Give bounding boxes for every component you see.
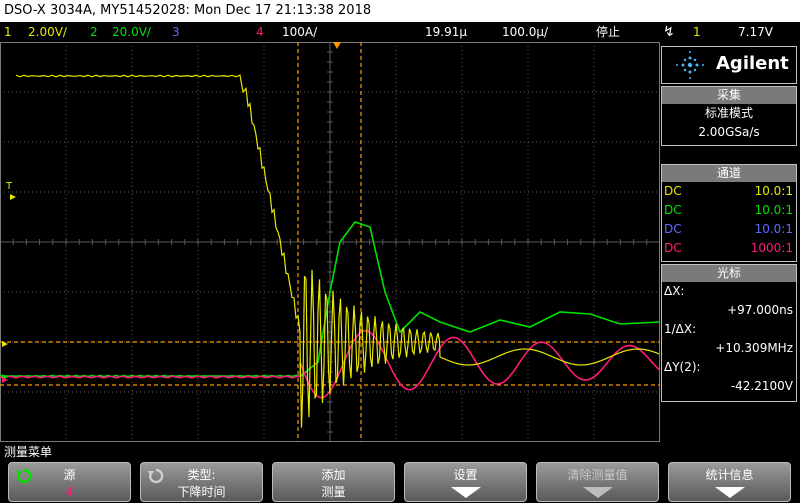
channels-panel: 通道 DC 10.0:1 DC 10.0:1 DC 10.0:1 DC 1000:1	[661, 164, 797, 262]
trigger-edge-icon: ↯	[663, 24, 675, 40]
add-measurement-softkey[interactable]: 添加 测量	[272, 462, 395, 502]
ch4-number[interactable]: 4	[256, 22, 264, 42]
ch1-number[interactable]: 1	[4, 22, 12, 42]
down-arrow-icon	[583, 487, 613, 498]
channels-header: 通道	[662, 165, 796, 182]
ch3-number[interactable]: 3	[172, 22, 180, 42]
ch2-number[interactable]: 2	[90, 22, 98, 42]
source-softkey[interactable]: 源 4	[8, 462, 131, 502]
down-arrow-icon	[451, 487, 481, 498]
trigger-source: 1	[693, 25, 701, 39]
ch2-scale: 20.0V/	[112, 25, 151, 39]
time-offset: 19.91µ	[425, 25, 467, 39]
status-bar: 1 2.00V/ 2 20.0V/ 3 4 100A/ 19.91µ 100.0…	[0, 22, 800, 42]
clear-measurements-softkey[interactable]: 清除测量值	[536, 462, 659, 502]
channel-row-4: DC 1000:1	[664, 241, 793, 255]
delta-y-label: ΔY(2):	[664, 360, 701, 374]
down-arrow-icon	[715, 487, 745, 498]
window-title: DSO-X 3034A, MY51452028: Mon Dec 17 21:1…	[0, 0, 800, 22]
brand-name: Agilent	[716, 53, 789, 74]
menu-title: 测量菜单	[0, 444, 800, 460]
trigger-level: 7.17V	[738, 25, 773, 39]
run-state: 停止	[596, 25, 621, 39]
ch4-scale: 100A/	[282, 25, 318, 39]
delta-x-label: ΔX:	[664, 284, 685, 298]
info-panel: Agilent 采集 标准模式 2.00GSa/s 通道 DC 10.0:1 DC…	[660, 44, 800, 442]
channel-row-3: DC 10.0:1	[664, 222, 793, 236]
acquisition-header: 采集	[662, 87, 796, 104]
delta-y-value: -42.2100V	[730, 379, 793, 393]
cursors-header: 光标	[662, 265, 796, 282]
inverse-delta-x-label: 1/ΔX:	[664, 322, 697, 336]
acquisition-mode: 标准模式	[704, 106, 753, 120]
svg-text:T: T	[5, 181, 13, 192]
type-softkey[interactable]: 类型: 下降时间	[140, 462, 263, 502]
agilent-spark-icon	[676, 51, 704, 79]
statistics-softkey[interactable]: 统计信息	[668, 462, 791, 502]
ch1-scale: 2.00V/	[28, 25, 67, 39]
settings-softkey[interactable]: 设置	[404, 462, 527, 502]
softkey-bar: 源 4 类型: 下降时间 添加 测量 设置 清除测量值 统计信息	[0, 460, 800, 503]
agilent-logo: Agilent	[661, 46, 797, 84]
time-scale: 100.0µ/	[502, 25, 549, 39]
sample-rate: 2.00GSa/s	[698, 125, 760, 139]
acquisition-panel: 采集 标准模式 2.00GSa/s	[661, 86, 797, 146]
channel-row-2: DC 10.0:1	[664, 203, 793, 217]
channel-row-1: DC 10.0:1	[664, 184, 793, 198]
waveform-display[interactable]: T	[0, 42, 660, 442]
delta-x-value: +97.000ns	[727, 303, 793, 317]
inverse-delta-x-value: +10.309MHz	[715, 341, 793, 355]
cursors-panel: 光标 ΔX: +97.000ns 1/ΔX: +10.309MHz ΔY(2):…	[661, 264, 797, 402]
